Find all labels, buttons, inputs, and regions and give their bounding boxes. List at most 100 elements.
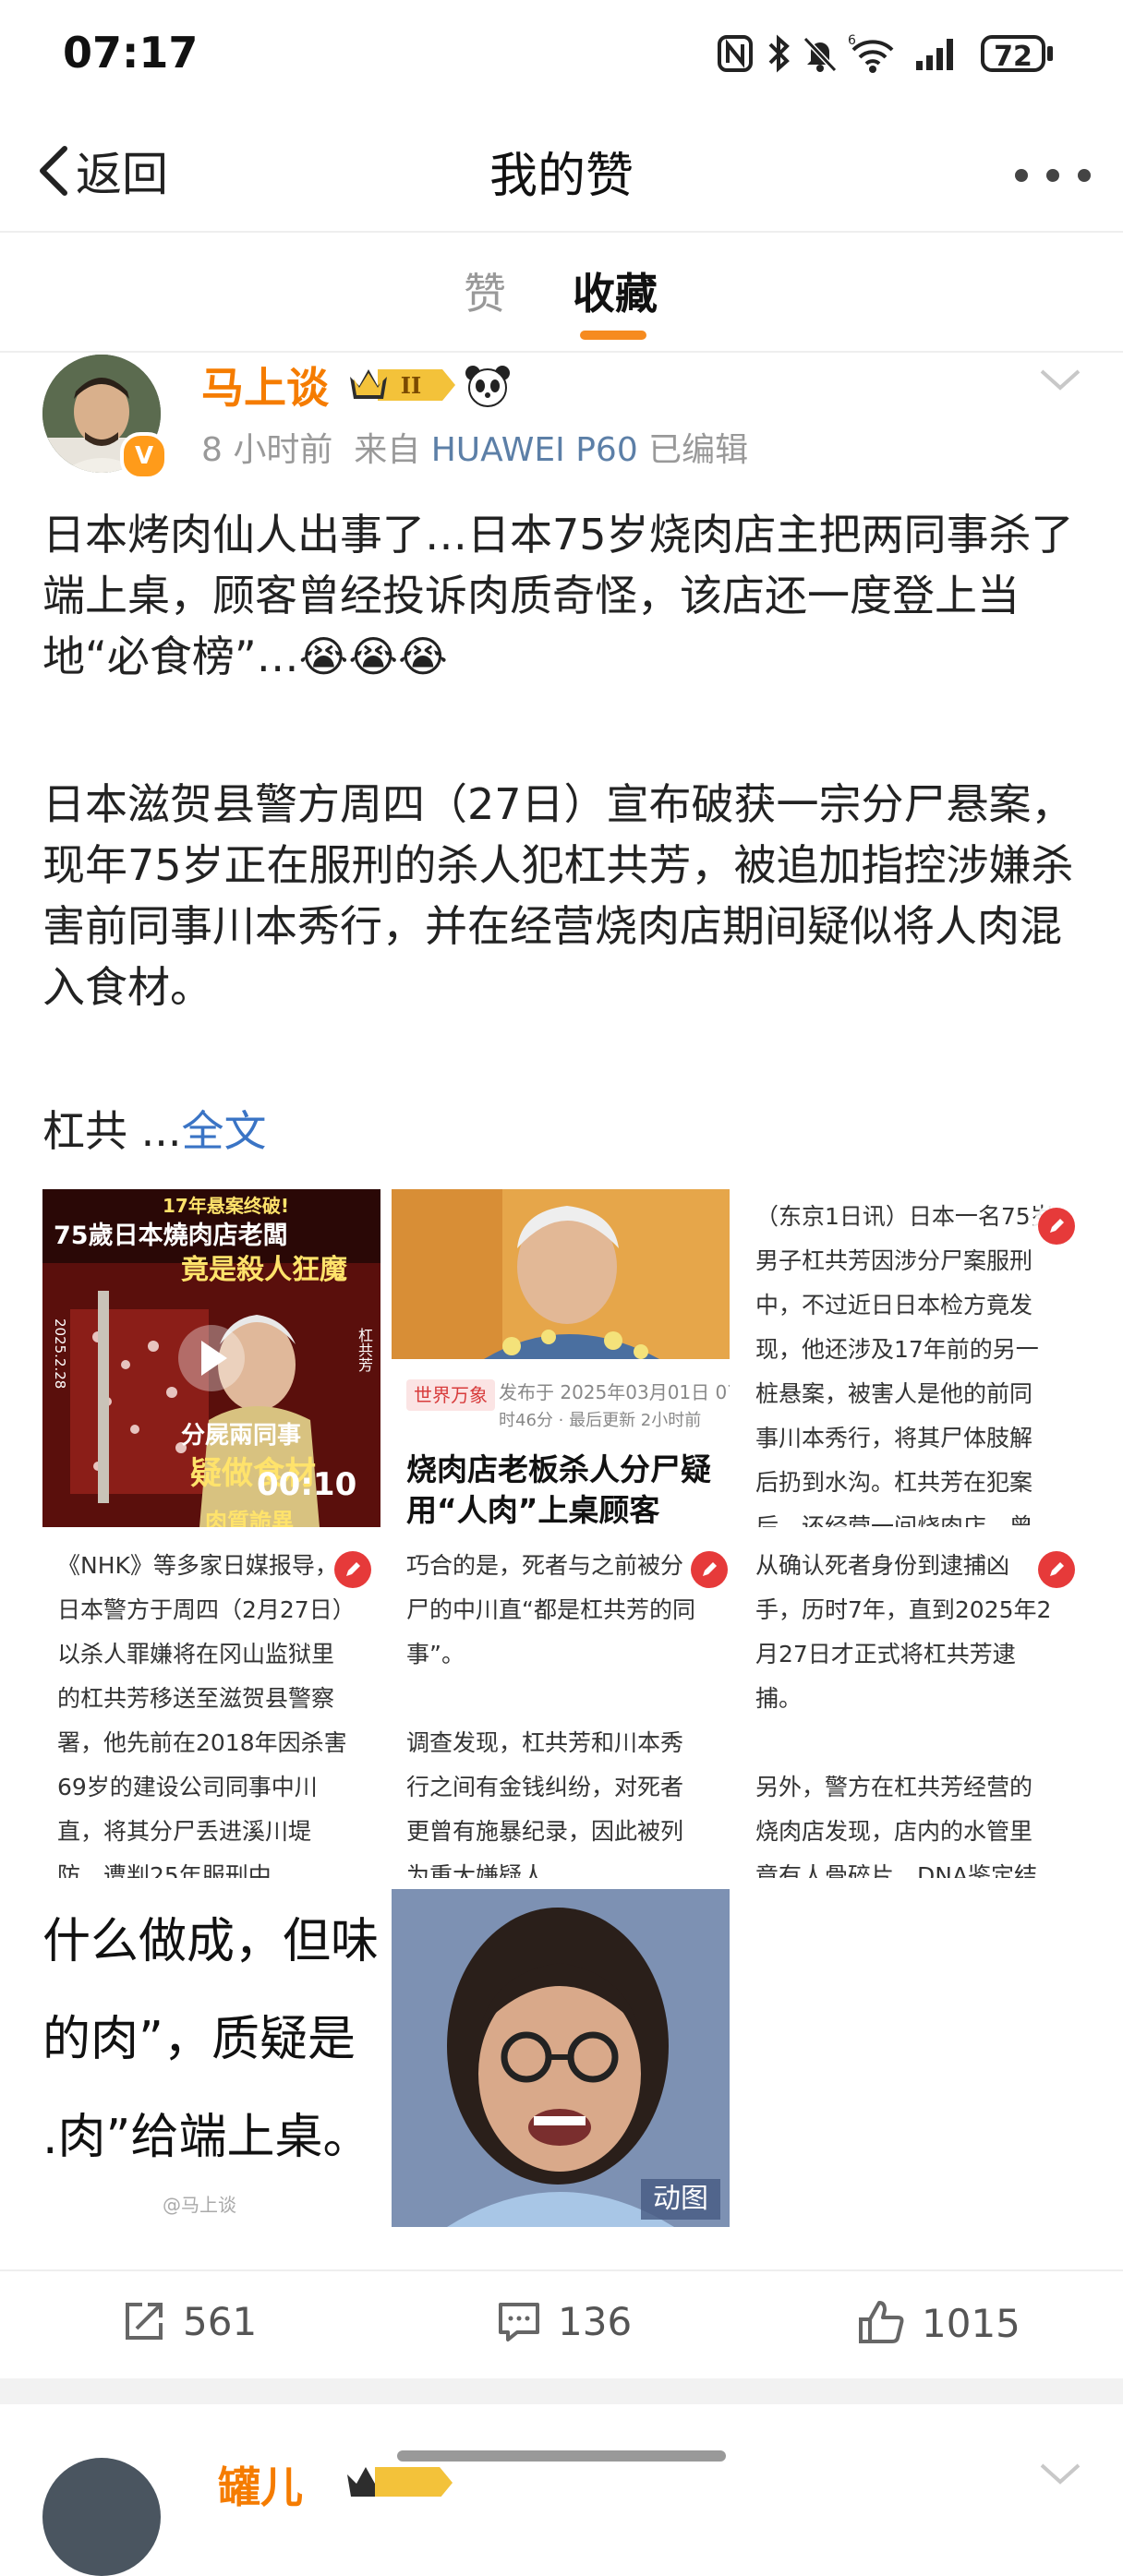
mute-bell-icon	[803, 36, 838, 73]
chevron-down-icon[interactable]	[1038, 2460, 1082, 2487]
signal-icon	[916, 39, 953, 70]
thumb-sub-1: 分屍兩同事	[181, 1422, 302, 1450]
article-line	[406, 1677, 717, 1721]
full-text-link[interactable]: 全文	[182, 1106, 267, 1156]
truncated-text: 杠共 ...	[42, 1106, 182, 1156]
bluetooth-icon	[768, 34, 790, 73]
article-line: （东京1日讯）日本一名75岁	[755, 1203, 1054, 1230]
article-line: 事”。	[406, 1641, 465, 1667]
comment-button[interactable]: 136	[495, 2297, 632, 2345]
comment-count: 136	[558, 2298, 633, 2344]
article-line: 中，不过近日日本检方竟发	[755, 1292, 1033, 1318]
chevron-down-icon[interactable]	[1038, 366, 1082, 393]
article-line: 烧肉店发现，店内的水管里	[755, 1818, 1033, 1845]
post-time: 8 小时前	[201, 431, 333, 469]
thumb-title-2: 竟是殺人狂魔	[181, 1254, 347, 1286]
grid-image-6[interactable]: 从确认死者身份到逮捕凶 手，历时7年，直到2025年2 月27日才正式将杠共芳逮 捕。…	[741, 1538, 1082, 1878]
article-line: 调查发现，杠共芳和川本秀	[406, 1729, 684, 1756]
thumbs-up-icon	[859, 2301, 904, 2343]
article-text-4: 《NHK》等多家日媒报导， 日本警方于周四（2月27日） 以杀人罪嫌将在冈山监狱里的…	[42, 1538, 380, 1878]
level-badge-icon	[347, 2467, 453, 2497]
grid-image-5[interactable]: 巧合的是，死者与之前被分 尸的中川直“都是杠共芳的同 事”。 调查发现，杠共芳和川本…	[392, 1538, 730, 1878]
battery-indicator: 72	[981, 35, 1045, 73]
more-icon[interactable]	[1007, 157, 1099, 194]
pencil-icon	[1050, 1562, 1064, 1576]
post-device[interactable]: HUAWEI P60	[431, 431, 638, 469]
article-line	[755, 1721, 1069, 1765]
article-line: 日本警方于周四（2月27日）	[57, 1596, 356, 1623]
clock: 07:17	[63, 28, 199, 78]
battery-tip	[1047, 46, 1053, 61]
next-post-preview: 罐儿	[0, 2404, 1123, 2576]
gif-person-image	[392, 1889, 730, 2227]
article-line: 手，历时7年，直到2025年2	[755, 1596, 1052, 1623]
grid-image-2[interactable]: 世界万象 发布于 2025年03月01日 07 时46分 · 最后更新 2小时前…	[392, 1189, 730, 1527]
article-line: 以杀人罪嫌将在冈山监狱里	[57, 1641, 335, 1667]
thumb-date: 2025.2.28	[52, 1318, 68, 1390]
thumb-side-label: 杠共芳	[356, 1328, 373, 1372]
tab-favorites[interactable]: 收藏	[573, 260, 658, 321]
action-bar: 561 136 1015	[0, 2269, 1123, 2378]
article-line: 事川本秀行，将其尸体肢解	[755, 1425, 1033, 1451]
grid-image-8-gif[interactable]: 动图	[392, 1889, 730, 2227]
repost-count: 561	[183, 2298, 258, 2344]
nfc-icon	[718, 35, 753, 72]
edit-badge	[691, 1551, 728, 1588]
article-line: 署，他先前在2018年因杀害	[57, 1729, 347, 1756]
wifi-icon: 6	[848, 33, 894, 73]
verified-badge-icon: V	[120, 432, 168, 480]
article-line: 尸的中川直“都是杠共芳的同	[406, 1596, 695, 1623]
article-text-3: （东京1日讯）日本一名75岁 男子杠共芳因涉分尸案服刑 中，不过近日日本检方竟发 现，…	[741, 1189, 1082, 1527]
gif-badge: 动图	[641, 2179, 720, 2220]
image-watermark: @马上谈	[163, 2194, 236, 2216]
thumb-bottom: 肉質詭異	[205, 1509, 294, 1527]
article-line: 后，还经营一间烧肉店，曾	[755, 1513, 1033, 1527]
article-text-5: 巧合的是，死者与之前被分 尸的中川直“都是杠共芳的同 事”。 调查发现，杠共芳和川本…	[392, 1538, 730, 1878]
article-line: 从确认死者身份到逮捕凶	[755, 1552, 1010, 1579]
article-line: 《NHK》等多家日媒报导，	[57, 1552, 338, 1579]
article-line: 直，将其分尸丢进溪川堤	[57, 1818, 312, 1845]
article-meta-2: 时46分 · 最后更新 2小时前	[499, 1411, 702, 1430]
article-line: 男子杠共芳因涉分尸案服刑	[755, 1247, 1033, 1274]
post-paragraph-3: 杠共 ...全文	[42, 1101, 1086, 1162]
photo-man-portrait	[392, 1189, 730, 1359]
like-count: 1015	[922, 2300, 1020, 2346]
author-name[interactable]: 马上谈	[201, 355, 329, 415]
article-line: 的肉”，质疑是	[42, 2012, 356, 2067]
edit-badge	[1038, 1208, 1075, 1245]
share-icon	[126, 2303, 163, 2340]
comment-icon	[499, 2303, 539, 2341]
zoomed-text: 什么做成，但味 的肉”，质疑是 .肉”给端上桌。	[42, 1893, 380, 2186]
grid-image-3[interactable]: （东京1日讯）日本一名75岁 男子杠共芳因涉分尸案服刑 中，不过近日日本检方竟发 现，…	[741, 1189, 1082, 1527]
grid-image-7[interactable]: 什么做成，但味 的肉”，质疑是 .肉”给端上桌。 @马上谈	[42, 1889, 380, 2227]
article-line: 现，他还涉及17年前的另一	[755, 1336, 1039, 1363]
article-line: 竟有人骨碎片，DNA鉴定结	[755, 1862, 1038, 1878]
grid-image-4[interactable]: 《NHK》等多家日媒报导， 日本警方于周四（2月27日） 以杀人罪嫌将在冈山监狱里的…	[42, 1538, 380, 1878]
grid-image-1-video[interactable]: 17年悬案终破! 75歲日本燒肉店老闆 竟是殺人狂魔 杠共芳 2025.2.28…	[42, 1189, 380, 1527]
article-meta-1: 发布于 2025年03月01日 07	[499, 1381, 730, 1403]
level-badge-icon[interactable]: II	[346, 362, 461, 408]
article-line: 防，遭判25年服刑中。	[57, 1862, 295, 1878]
edit-badge	[334, 1551, 371, 1588]
pencil-icon	[1050, 1219, 1064, 1233]
status-bar: 07:17 6 72	[0, 0, 1123, 102]
next-avatar[interactable]	[42, 2458, 161, 2576]
article-line: 为重大嫌疑人。	[406, 1862, 569, 1878]
video-duration: 00:10	[257, 1466, 357, 1503]
svg-text:6: 6	[848, 33, 856, 48]
tab-bar: 赞 收藏	[0, 233, 1123, 353]
article-line: 另外，警方在杠共芳经营的	[755, 1774, 1033, 1800]
article-tag: 世界万象	[406, 1379, 495, 1411]
feed-separator	[0, 2378, 1123, 2404]
post-meta: 8 小时前 来自 HUAWEI P60 已编辑	[201, 423, 748, 471]
article-text-6: 从确认死者身份到逮捕凶 手，历时7年，直到2025年2 月27日才正式将杠共芳逮 捕。…	[741, 1538, 1082, 1878]
article-line: 行之间有金钱纠纷，对死者	[406, 1774, 684, 1800]
tab-like[interactable]: 赞	[464, 260, 506, 321]
like-button[interactable]: 1015	[855, 2297, 1020, 2349]
article-line: 的杠共芳移送至滋贺县警察	[57, 1685, 335, 1712]
thumb-banner: 17年悬案终破!	[163, 1195, 289, 1217]
repost-button[interactable]: 561	[120, 2297, 257, 2345]
active-tab-indicator	[580, 331, 646, 340]
next-author-name[interactable]: 罐儿	[218, 2454, 303, 2515]
nav-bar: 返回 我的赞	[0, 102, 1123, 233]
